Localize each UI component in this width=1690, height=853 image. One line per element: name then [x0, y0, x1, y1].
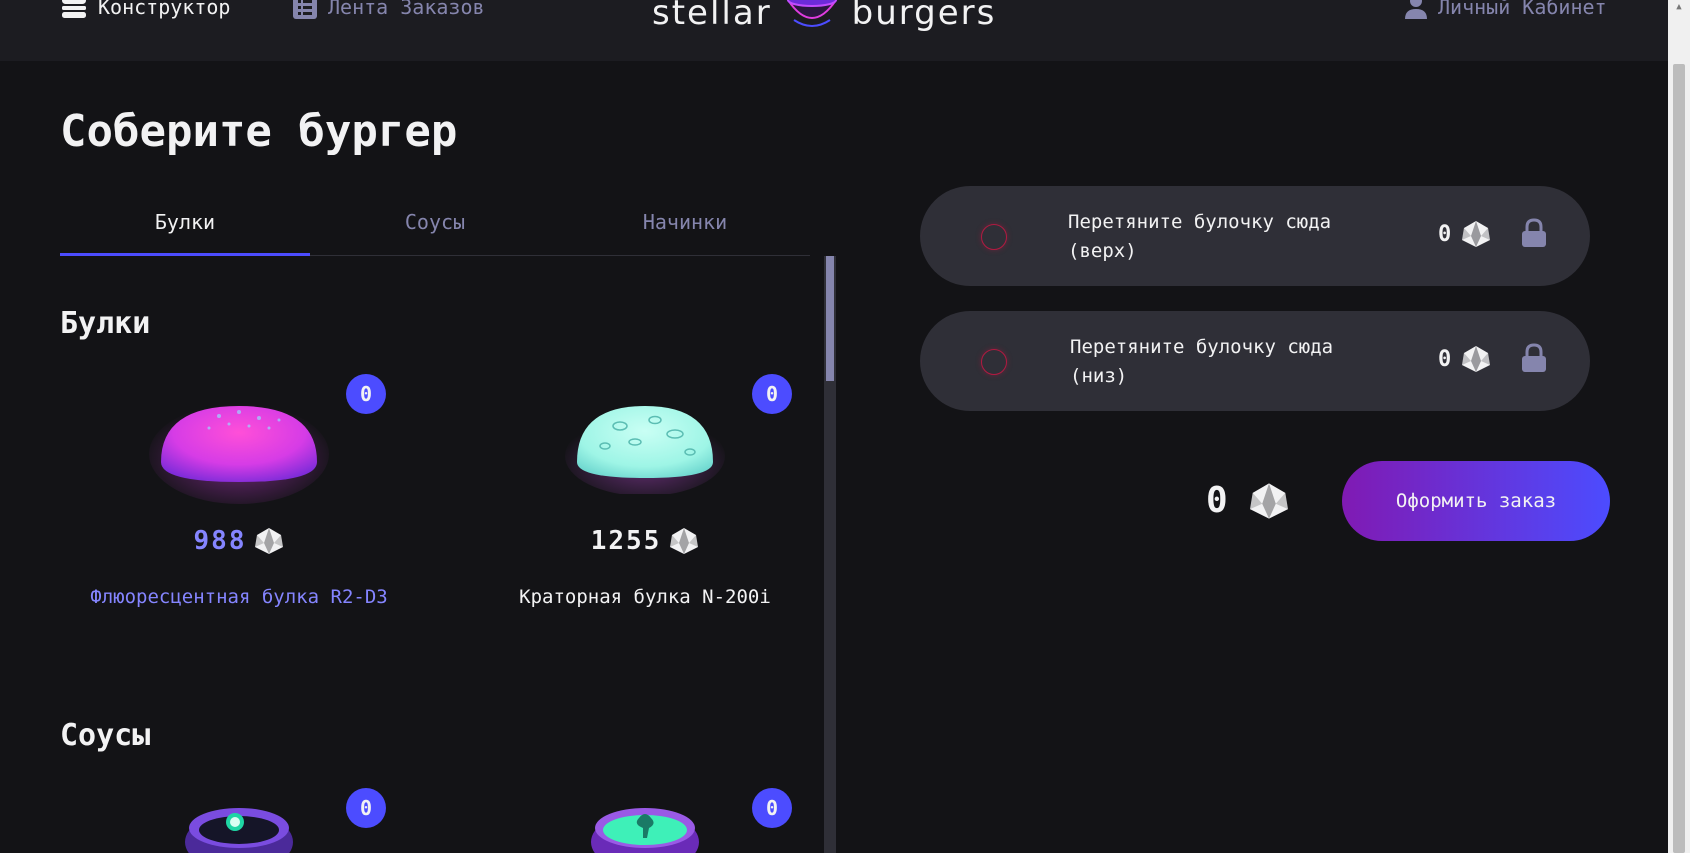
nav-profile-label: Личный Кабинет	[1438, 0, 1607, 19]
drop-zone-top-bun[interactable]: Перетяните булочку сюда (верх) 0	[920, 186, 1590, 286]
nav-constructor[interactable]: Конструктор	[60, 0, 230, 20]
ingredient-counter: 0	[752, 374, 792, 414]
logo-right-text: burgers	[851, 0, 997, 33]
burger-icon	[60, 0, 88, 20]
bun-crater-image	[565, 406, 725, 494]
logo-left-text: stellar	[652, 0, 772, 33]
tab-fillings[interactable]: Начинки	[560, 200, 810, 255]
drop-zone-text: Перетяните булочку сюда (верх)	[1068, 211, 1332, 262]
currency-icon	[1248, 482, 1290, 520]
nav-profile[interactable]: Личный Кабинет	[1404, 0, 1607, 20]
currency-icon	[254, 527, 284, 555]
logo[interactable]: stellar burgers	[652, 0, 996, 39]
place-order-button[interactable]: Оформить заказ	[1342, 461, 1610, 541]
currency-icon	[1461, 220, 1491, 248]
ingredient-card[interactable]: 0	[470, 788, 820, 853]
tab-buns[interactable]: Булки	[60, 200, 310, 256]
list-icon	[292, 0, 318, 20]
ingredient-name: Флюоресцентная булка R2-D3	[90, 586, 388, 608]
nav-constructor-label: Конструктор	[98, 0, 231, 19]
ingredient-counter: 0	[752, 788, 792, 828]
order-total: 0	[1206, 480, 1290, 521]
scroll-up-icon[interactable]: ▲	[1673, 2, 1685, 12]
nav-order-feed[interactable]: Лента Заказов	[292, 0, 485, 20]
page-scrollbar[interactable]: ▲	[1668, 0, 1690, 853]
ingredient-card[interactable]: 0 1255 Краторная булка N-200i	[470, 374, 820, 634]
price-value: 1255	[590, 526, 662, 556]
ingredient-card[interactable]: 0	[64, 788, 414, 853]
lock-icon	[1520, 343, 1548, 373]
price-value: 988	[193, 526, 247, 556]
app-header: Конструктор Лента Заказов stellar burger…	[0, 0, 1668, 61]
bun-fluorescent-image	[149, 404, 329, 504]
drop-zone-bottom-bun[interactable]: Перетяните булочку сюда (низ) 0	[920, 311, 1590, 411]
ingredient-counter: 0	[346, 374, 386, 414]
ingredients-scrollbar[interactable]	[824, 256, 836, 853]
ingredient-card[interactable]: 0 988 Флюоресцентная булка R2-D3	[64, 374, 414, 634]
ingredient-price: 988	[64, 526, 414, 556]
slot-price: 0	[1438, 220, 1491, 248]
page-title: Соберите бургер	[60, 106, 458, 157]
slot-price: 0	[1438, 345, 1491, 373]
tab-sauces[interactable]: Соусы	[310, 200, 560, 255]
logo-plate-icon	[784, 0, 840, 39]
ingredient-tabs: Булки Соусы Начинки	[60, 200, 810, 256]
section-title-sauces: Соусы	[60, 718, 151, 753]
currency-icon	[669, 527, 699, 555]
page-scrollbar-thumb[interactable]	[1673, 64, 1685, 853]
ingredients-scrollbar-thumb[interactable]	[826, 256, 834, 381]
nav-order-feed-label: Лента Заказов	[328, 0, 485, 19]
ingredient-price: 1255	[470, 526, 820, 556]
profile-icon	[1404, 0, 1428, 20]
slot-price-value: 0	[1438, 221, 1452, 247]
section-title-buns: Булки	[60, 306, 151, 341]
drop-zone-text: Перетяните булочку сюда (низ)	[1070, 336, 1334, 387]
order-total-value: 0	[1206, 480, 1228, 521]
ingredient-counter: 0	[346, 788, 386, 828]
drag-handle-icon	[981, 224, 1007, 250]
drag-handle-icon	[981, 349, 1007, 375]
currency-icon	[1461, 345, 1491, 373]
ingredient-name: Краторная булка N-200i	[519, 586, 771, 608]
sauce-image	[591, 808, 699, 853]
sauce-image	[185, 808, 293, 853]
slot-price-value: 0	[1438, 346, 1452, 372]
lock-icon	[1520, 218, 1548, 248]
